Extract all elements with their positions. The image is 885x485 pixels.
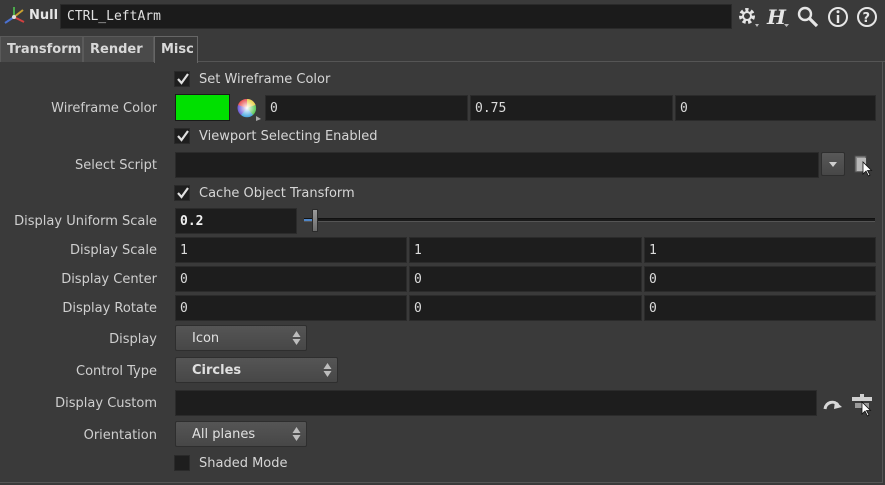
color-wheel-icon[interactable] [236,97,262,121]
chevron-down-icon [829,162,837,167]
updown-arrows-icon [292,331,301,345]
tab-transform[interactable]: Transform [0,36,83,62]
redo-arrow-icon[interactable] [822,394,844,416]
select-script-menu-button[interactable] [821,152,845,176]
houdini-help-icon[interactable]: H [766,5,790,29]
checkmark-icon [177,187,189,199]
help-icon[interactable]: ? [855,5,879,29]
control-type-label: Control Type [76,364,157,379]
parameter-header: Null CTRL_LeftArm H ? [0,0,885,34]
node-path-chooser-icon[interactable] [850,392,876,418]
tab-misc[interactable]: Misc [154,36,198,63]
node-name-field[interactable]: CTRL_LeftArm [60,4,732,29]
checkmark-icon [177,73,189,85]
display-scale-z-field[interactable]: 1 [644,237,876,263]
display-center-x-field[interactable]: 0 [175,266,407,292]
null-axis-icon [4,7,25,24]
shaded-mode-checkbox[interactable] [174,455,190,471]
orientation-dropdown-value: All planes [192,427,256,442]
display-rotate-x-field[interactable]: 0 [175,295,407,321]
display-uniform-scale-slider[interactable] [304,218,875,222]
wireframe-color-swatch[interactable] [175,94,230,121]
search-icon[interactable] [796,5,820,29]
wireframe-color-r-field[interactable]: 0 [265,95,468,121]
viewport-selecting-label: Viewport Selecting Enabled [199,129,378,144]
display-custom-field[interactable] [175,390,817,416]
select-script-field[interactable] [175,152,819,178]
orientation-dropdown[interactable]: All planes [175,421,307,447]
display-custom-label: Display Custom [55,396,157,411]
tab-render[interactable]: Render [83,36,154,62]
display-uniform-scale-field[interactable]: 0.2 [175,208,297,234]
svg-text:?: ? [863,11,871,26]
wireframe-color-label: Wireframe Color [51,101,157,116]
updown-arrows-icon [323,363,332,377]
tab-bar: Transform Render Misc [0,36,885,63]
display-scale-x-field[interactable]: 1 [175,237,407,263]
display-dropdown[interactable]: Icon [175,325,307,351]
set-wireframe-color-checkbox[interactable] [174,71,190,87]
orientation-label: Orientation [83,428,157,443]
node-type-label: Null [29,8,59,23]
info-icon[interactable] [826,5,850,29]
display-center-z-field[interactable]: 0 [644,266,876,292]
wireframe-color-b-field[interactable]: 0 [675,95,876,121]
gear-icon[interactable] [736,5,760,29]
control-type-dropdown[interactable]: Circles [175,357,338,383]
svg-text:H: H [766,5,787,29]
wireframe-color-g-field[interactable]: 0.75 [470,95,673,121]
file-chooser-icon[interactable] [851,152,875,178]
control-type-dropdown-value: Circles [192,363,242,378]
shaded-mode-label: Shaded Mode [199,456,288,471]
cache-object-transform-label: Cache Object Transform [199,186,355,201]
display-uniform-scale-label: Display Uniform Scale [14,214,157,229]
display-rotate-label: Display Rotate [62,301,157,316]
display-scale-y-field[interactable]: 1 [409,237,642,263]
select-script-label: Select Script [75,158,157,173]
cache-object-transform-checkbox[interactable] [174,185,190,201]
display-center-label: Display Center [61,272,157,287]
display-dropdown-value: Icon [192,331,220,346]
display-scale-label: Display Scale [69,243,157,258]
viewport-selecting-checkbox[interactable] [174,128,190,144]
set-wireframe-color-label: Set Wireframe Color [199,72,331,87]
slider-handle[interactable] [312,209,319,232]
updown-arrows-icon [292,427,301,441]
checkmark-icon [177,130,189,142]
display-center-y-field[interactable]: 0 [409,266,642,292]
display-rotate-y-field[interactable]: 0 [409,295,642,321]
display-label: Display [109,332,157,347]
display-rotate-z-field[interactable]: 0 [644,295,876,321]
